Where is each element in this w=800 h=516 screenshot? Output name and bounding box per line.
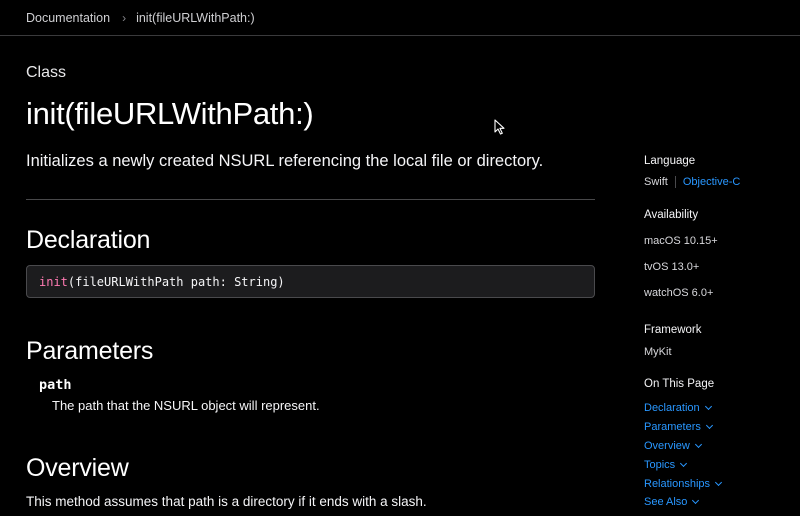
chevron-down-icon (705, 422, 713, 430)
declaration-heading: Declaration (26, 226, 151, 254)
on-this-page-see-also-link[interactable]: See Also (644, 493, 721, 512)
declaration-code-block: init (fileURLWithPath path: String) (26, 265, 595, 298)
on-this-page-label: On This Page (644, 378, 715, 390)
breadcrumb-documentation-link[interactable]: Documentation (26, 11, 110, 25)
chevron-down-icon (694, 440, 702, 449)
chevron-down-icon (692, 497, 700, 505)
breadcrumb-current: init(fileURLWithPath:) (136, 11, 255, 25)
language-label: Language (644, 155, 696, 167)
breadcrumb: Documentation › init(fileURLWithPath:) (26, 11, 255, 25)
on-this-page-topics-link[interactable]: Topics (644, 455, 721, 474)
mouse-pointer-icon (494, 119, 505, 135)
availability-tvos: tvOS 13.0+ (644, 261, 700, 273)
overview-heading: Overview (26, 454, 129, 482)
on-this-page-relationships-link[interactable]: Relationships (644, 474, 723, 493)
section-divider (26, 199, 595, 200)
declaration-signature: (fileURLWithPath path: String) (67, 274, 285, 289)
language-objective-c-link[interactable]: Objective-C (683, 176, 740, 188)
chevron-down-icon (715, 478, 723, 486)
chevron-right-icon: › (122, 11, 127, 25)
declaration-keyword[interactable]: init (39, 275, 68, 289)
availability-label: Availability (644, 209, 699, 221)
framework-name: MyKit (644, 346, 672, 358)
overview-text: This method assumes that path is a direc… (26, 494, 427, 509)
abstract-text: Initializes a newly created NSURL refere… (26, 152, 544, 170)
chevron-down-icon (704, 403, 712, 411)
availability-watchos: watchOS 6.0+ (644, 287, 714, 299)
parameter-description: The path that the NSURL object will repr… (52, 398, 320, 413)
on-this-page-parameters-link[interactable]: Parameters (644, 418, 721, 437)
documentation-page: Documentation › init(fileURLWithPath:) C… (0, 0, 800, 516)
symbol-kind-eyebrow: Class (26, 64, 67, 81)
parameter-name: path (39, 377, 72, 393)
language-switcher: Swift Objective-C (644, 176, 740, 188)
page-title: init(fileURLWithPath:) (26, 96, 314, 131)
chevron-down-icon (680, 459, 688, 467)
breadcrumb-bar: Documentation › init(fileURLWithPath:) (0, 0, 800, 36)
framework-label: Framework (644, 324, 702, 336)
language-swift[interactable]: Swift (644, 176, 668, 188)
on-this-page-declaration-link[interactable]: Declaration (644, 399, 721, 418)
parameters-heading: Parameters (26, 337, 154, 365)
on-this-page-nav: Declaration Parameters Overview Topics R… (644, 399, 723, 512)
on-this-page-overview-link[interactable]: Overview (644, 437, 721, 456)
availability-macos: macOS 10.15+ (644, 235, 718, 247)
language-divider (674, 176, 676, 188)
